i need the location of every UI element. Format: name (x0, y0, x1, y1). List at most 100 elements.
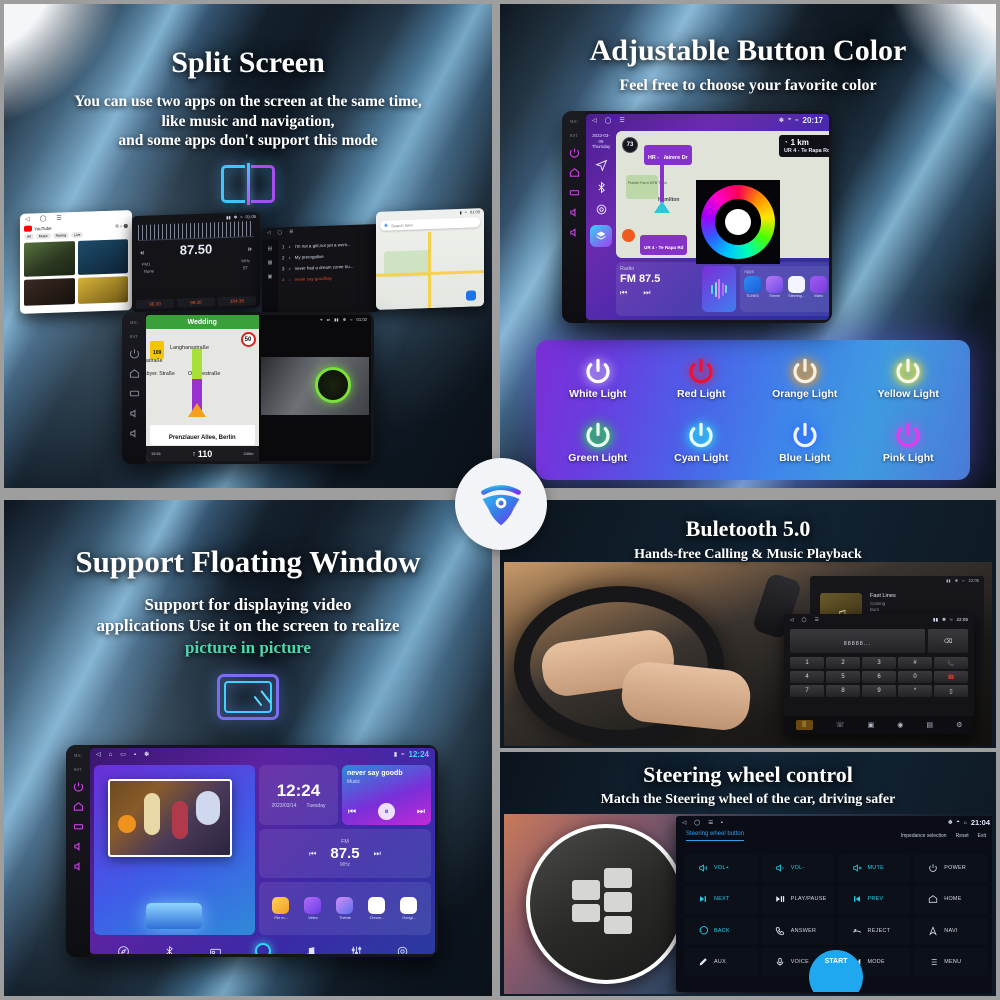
tune-up-button[interactable]: » (247, 243, 252, 253)
screenshot-icon[interactable]: ▪ (721, 820, 723, 826)
dial-key[interactable]: 5 (826, 671, 860, 683)
dial-key[interactable]: 8 (826, 685, 860, 697)
mode-icon[interactable] (569, 187, 580, 198)
dial-key[interactable]: # (898, 657, 932, 669)
dial-input-row[interactable]: 88888... ⌫ (790, 629, 968, 653)
music-controls[interactable]: ⏮ ⏸ ⏭ (348, 803, 425, 821)
app-item[interactable]: Theme (766, 276, 783, 298)
bluetooth-icon[interactable]: ✽ (144, 751, 149, 758)
prev-button[interactable]: ⏮ (620, 288, 627, 298)
power-icon[interactable] (569, 147, 580, 158)
headunit-screen[interactable]: Wedding 50 109 Langhansstraße Ostseestra… (146, 315, 371, 461)
thumbnail-youtube[interactable]: ◁ ◯ ☰ YouTube ⧉ ⌕ ⬤ All Music Racing Live (20, 210, 132, 314)
swc-button-menu[interactable]: MENU (914, 947, 988, 976)
swc-button-play-pause[interactable]: PLAY/PAUSE (760, 885, 835, 914)
hangup-button[interactable]: ☎ (934, 671, 968, 683)
swc-button-vol-up[interactable]: VOL+ (684, 854, 758, 883)
dial-key[interactable]: 4 (790, 671, 824, 683)
yt-chip[interactable]: All (24, 233, 34, 240)
yt-thumb[interactable] (24, 278, 75, 306)
swc-button-reject[interactable]: REJECT (837, 916, 912, 945)
recents-icon[interactable]: ▭ (120, 751, 126, 758)
navigation-icon[interactable] (594, 159, 608, 172)
home-icon[interactable]: ◯ (802, 617, 807, 623)
light-option-green[interactable]: Green Light (546, 410, 650, 474)
dock[interactable] (90, 939, 435, 954)
widget-row[interactable]: 12:24 2023/03/14 Tuesday never say goodb… (258, 765, 432, 826)
yt-chip[interactable]: Live (71, 231, 84, 239)
recent-calls-icon[interactable]: ☏ (836, 721, 845, 729)
track-row-active[interactable]: 4 ♪ never say goodbay (280, 271, 377, 285)
mode-icon[interactable] (73, 821, 84, 832)
dialpad-icon[interactable]: ⠿ (795, 720, 813, 730)
preset-button[interactable]: 104.35 (218, 295, 256, 307)
pause-button[interactable]: ⏸ (378, 803, 395, 821)
video-player[interactable] (260, 357, 369, 415)
light-color-grid[interactable]: White Light Red Light Orange Light Yello… (546, 346, 960, 474)
light-option-orange[interactable]: Orange Light (753, 346, 857, 410)
home-icon[interactable]: ⌂ (109, 752, 113, 758)
bottom-row[interactable]: Radio FM 87.5 ⏮ ⏭ Apps TLINKS Theme Stee… (616, 262, 829, 316)
volume-down-icon[interactable] (569, 227, 580, 238)
bt-sync-icon[interactable]: ◉ (897, 721, 903, 729)
light-option-white[interactable]: White Light (546, 346, 650, 410)
equalizer-icon[interactable] (350, 945, 363, 955)
swc-button-home[interactable]: HOME (914, 885, 988, 914)
light-option-yellow[interactable]: Yellow Light (857, 346, 961, 410)
swc-button-answer[interactable]: ANSWER (760, 916, 835, 945)
swc-button-prev[interactable]: PREV (837, 885, 912, 914)
video-pane[interactable]: ⌖ ⇄ ▮▮ ✽ ≈ 01:02 (258, 315, 371, 461)
headunit-screen[interactable]: ◁ ⌂ ▭ ▪ ✽ ▮ ≈ 12:24 12:24 2023/03/14 Tue… (90, 748, 435, 954)
music-sidebar[interactable]: ▤ ▦ ▣ (262, 239, 278, 317)
power-icon[interactable] (129, 348, 140, 359)
swc-tab[interactable]: Steering wheel button (686, 831, 745, 841)
yt-video-grid[interactable] (20, 237, 132, 279)
tune-down-button[interactable]: « (140, 246, 145, 256)
backspace-button[interactable]: ⌫ (928, 629, 968, 653)
back-icon[interactable]: ◁ (267, 230, 270, 236)
radio-widget[interactable]: Radio FM 87.5 ⏮ ⏭ (620, 266, 698, 312)
mode-icon[interactable] (129, 388, 140, 399)
menu-icon[interactable]: ☰ (815, 617, 819, 623)
color-picker-overlay[interactable] (696, 180, 780, 264)
swc-button-vol-down[interactable]: VOL- (760, 854, 835, 883)
headunit-side-rail[interactable]: MIC RST (562, 111, 586, 323)
home-icon[interactable] (129, 368, 140, 379)
radio-widget[interactable]: FM ⏮ 87.5 ⏭ MHz (258, 829, 431, 879)
dial-key[interactable]: 0 (898, 671, 932, 683)
app-item[interactable]: Steering... (788, 276, 805, 298)
swc-screen[interactable]: ◁ ◯ ☰ ▪ ✽ ⌖ ⌂ 21:04 Steering wheel butto… (676, 816, 992, 992)
volume-down-icon[interactable] (129, 428, 140, 439)
light-color-options[interactable]: White Light Red Light Orange Light Yello… (536, 340, 970, 480)
light-option-cyan[interactable]: Cyan Light (650, 410, 754, 474)
equalizer-widget[interactable] (702, 266, 736, 312)
radio-controls[interactable]: ⏮ ⏭ (620, 288, 698, 298)
radio-presets[interactable]: 99.30 99.30 104.35 (136, 295, 256, 310)
app-item[interactable]: Theme (336, 897, 354, 920)
dial-key[interactable]: 3 (862, 657, 896, 669)
transfer-call-button[interactable]: ▯ (934, 685, 968, 697)
dial-key[interactable]: 2 (826, 657, 860, 669)
settings-icon[interactable] (396, 945, 409, 955)
app-shortcuts[interactable]: File m... Video Theme Chrom... Googl... (258, 882, 431, 935)
dial-key[interactable]: 9 (862, 685, 896, 697)
dial-key[interactable]: * (898, 685, 932, 697)
floating-video-window[interactable] (108, 779, 232, 857)
map-canvas[interactable] (376, 230, 484, 310)
yt-actions[interactable]: ⧉ ⌕ ⬤ (116, 223, 128, 228)
quick-launch-column[interactable]: 2023-03-09 Thursday (590, 131, 612, 316)
yt-chip[interactable]: Music (35, 232, 51, 240)
menu-icon[interactable]: ☰ (708, 820, 713, 826)
dial-key[interactable]: 6 (862, 671, 896, 683)
app-item[interactable]: Chrom... (368, 897, 386, 920)
yt-thumb[interactable] (77, 239, 128, 275)
yt-chip[interactable]: Racing (52, 232, 70, 239)
apps-widget[interactable]: Apps TLINKS Theme Steering... Video (740, 266, 829, 312)
thumbnail-radio[interactable]: ▮▮ ✽ ≈ 01:05 « 87.50 » FM1 MHz None ST 9… (132, 211, 260, 313)
yt-thumb[interactable] (24, 241, 75, 277)
swc-button-aux[interactable]: AUX (684, 947, 758, 976)
swc-toolbar[interactable]: Steering wheel button Impedance selectio… (676, 829, 992, 846)
app-item[interactable]: TLINKS (744, 276, 761, 298)
bluetooth-icon[interactable] (163, 945, 176, 955)
maps-search-bar[interactable]: ◉ Search here (380, 217, 480, 231)
